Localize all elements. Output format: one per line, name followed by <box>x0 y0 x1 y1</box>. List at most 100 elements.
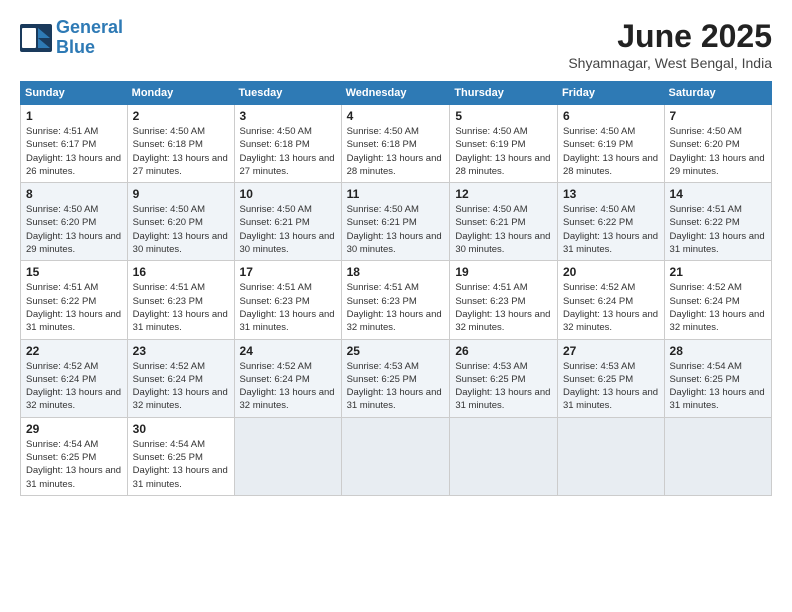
calendar-cell: 16 Sunrise: 4:51 AM Sunset: 6:23 PM Dayl… <box>127 261 234 339</box>
day-number: 13 <box>563 187 659 201</box>
day-info: Sunrise: 4:51 AM Sunset: 6:23 PM Dayligh… <box>455 281 552 334</box>
calendar-cell: 19 Sunrise: 4:51 AM Sunset: 6:23 PM Dayl… <box>450 261 558 339</box>
calendar-cell: 4 Sunrise: 4:50 AM Sunset: 6:18 PM Dayli… <box>341 105 450 183</box>
day-info: Sunrise: 4:51 AM Sunset: 6:22 PM Dayligh… <box>670 203 766 256</box>
day-number: 28 <box>670 344 766 358</box>
day-info: Sunrise: 4:51 AM Sunset: 6:23 PM Dayligh… <box>133 281 229 334</box>
weekday-header-row: Sunday Monday Tuesday Wednesday Thursday… <box>21 82 772 105</box>
day-info: Sunrise: 4:50 AM Sunset: 6:18 PM Dayligh… <box>133 125 229 178</box>
day-info: Sunrise: 4:50 AM Sunset: 6:19 PM Dayligh… <box>563 125 659 178</box>
title-block: June 2025 Shyamnagar, West Bengal, India <box>568 18 772 71</box>
day-info: Sunrise: 4:50 AM Sunset: 6:21 PM Dayligh… <box>240 203 336 256</box>
header: General Blue June 2025 Shyamnagar, West … <box>20 18 772 71</box>
day-info: Sunrise: 4:52 AM Sunset: 6:24 PM Dayligh… <box>240 360 336 413</box>
day-info: Sunrise: 4:50 AM Sunset: 6:20 PM Dayligh… <box>26 203 122 256</box>
calendar-cell <box>341 417 450 495</box>
day-number: 12 <box>455 187 552 201</box>
calendar-cell: 18 Sunrise: 4:51 AM Sunset: 6:23 PM Dayl… <box>341 261 450 339</box>
logo: General Blue <box>20 18 123 58</box>
day-number: 26 <box>455 344 552 358</box>
calendar-cell: 20 Sunrise: 4:52 AM Sunset: 6:24 PM Dayl… <box>557 261 664 339</box>
day-info: Sunrise: 4:52 AM Sunset: 6:24 PM Dayligh… <box>133 360 229 413</box>
day-info: Sunrise: 4:51 AM Sunset: 6:23 PM Dayligh… <box>240 281 336 334</box>
calendar-cell: 30 Sunrise: 4:54 AM Sunset: 6:25 PM Dayl… <box>127 417 234 495</box>
calendar-cell: 28 Sunrise: 4:54 AM Sunset: 6:25 PM Dayl… <box>664 339 771 417</box>
calendar-cell: 13 Sunrise: 4:50 AM Sunset: 6:22 PM Dayl… <box>557 183 664 261</box>
location: Shyamnagar, West Bengal, India <box>568 55 772 71</box>
day-info: Sunrise: 4:50 AM Sunset: 6:19 PM Dayligh… <box>455 125 552 178</box>
month-title: June 2025 <box>568 18 772 55</box>
day-number: 6 <box>563 109 659 123</box>
calendar-cell <box>450 417 558 495</box>
day-number: 22 <box>26 344 122 358</box>
header-monday: Monday <box>127 82 234 105</box>
day-number: 10 <box>240 187 336 201</box>
day-info: Sunrise: 4:53 AM Sunset: 6:25 PM Dayligh… <box>347 360 445 413</box>
calendar-cell: 24 Sunrise: 4:52 AM Sunset: 6:24 PM Dayl… <box>234 339 341 417</box>
day-info: Sunrise: 4:50 AM Sunset: 6:22 PM Dayligh… <box>563 203 659 256</box>
header-friday: Friday <box>557 82 664 105</box>
calendar-cell: 6 Sunrise: 4:50 AM Sunset: 6:19 PM Dayli… <box>557 105 664 183</box>
day-number: 16 <box>133 265 229 279</box>
calendar-cell: 29 Sunrise: 4:54 AM Sunset: 6:25 PM Dayl… <box>21 417 128 495</box>
calendar-cell <box>234 417 341 495</box>
day-number: 3 <box>240 109 336 123</box>
calendar-cell: 26 Sunrise: 4:53 AM Sunset: 6:25 PM Dayl… <box>450 339 558 417</box>
day-info: Sunrise: 4:50 AM Sunset: 6:21 PM Dayligh… <box>347 203 445 256</box>
calendar-cell: 1 Sunrise: 4:51 AM Sunset: 6:17 PM Dayli… <box>21 105 128 183</box>
day-number: 1 <box>26 109 122 123</box>
day-number: 4 <box>347 109 445 123</box>
logo-blue: Blue <box>56 37 95 57</box>
logo-text: General Blue <box>56 18 123 58</box>
day-info: Sunrise: 4:50 AM Sunset: 6:18 PM Dayligh… <box>347 125 445 178</box>
day-info: Sunrise: 4:54 AM Sunset: 6:25 PM Dayligh… <box>133 438 229 491</box>
day-number: 15 <box>26 265 122 279</box>
day-info: Sunrise: 4:50 AM Sunset: 6:21 PM Dayligh… <box>455 203 552 256</box>
day-number: 19 <box>455 265 552 279</box>
day-number: 29 <box>26 422 122 436</box>
day-number: 14 <box>670 187 766 201</box>
calendar-cell: 7 Sunrise: 4:50 AM Sunset: 6:20 PM Dayli… <box>664 105 771 183</box>
calendar-cell: 2 Sunrise: 4:50 AM Sunset: 6:18 PM Dayli… <box>127 105 234 183</box>
day-info: Sunrise: 4:53 AM Sunset: 6:25 PM Dayligh… <box>455 360 552 413</box>
calendar-cell: 12 Sunrise: 4:50 AM Sunset: 6:21 PM Dayl… <box>450 183 558 261</box>
header-thursday: Thursday <box>450 82 558 105</box>
calendar-cell: 5 Sunrise: 4:50 AM Sunset: 6:19 PM Dayli… <box>450 105 558 183</box>
day-info: Sunrise: 4:52 AM Sunset: 6:24 PM Dayligh… <box>26 360 122 413</box>
day-info: Sunrise: 4:54 AM Sunset: 6:25 PM Dayligh… <box>26 438 122 491</box>
day-number: 11 <box>347 187 445 201</box>
day-number: 17 <box>240 265 336 279</box>
day-info: Sunrise: 4:51 AM Sunset: 6:22 PM Dayligh… <box>26 281 122 334</box>
calendar-cell <box>664 417 771 495</box>
day-info: Sunrise: 4:52 AM Sunset: 6:24 PM Dayligh… <box>563 281 659 334</box>
day-number: 8 <box>26 187 122 201</box>
day-number: 25 <box>347 344 445 358</box>
day-info: Sunrise: 4:50 AM Sunset: 6:20 PM Dayligh… <box>133 203 229 256</box>
calendar-cell: 14 Sunrise: 4:51 AM Sunset: 6:22 PM Dayl… <box>664 183 771 261</box>
day-number: 23 <box>133 344 229 358</box>
calendar-cell: 11 Sunrise: 4:50 AM Sunset: 6:21 PM Dayl… <box>341 183 450 261</box>
calendar-table: Sunday Monday Tuesday Wednesday Thursday… <box>20 81 772 496</box>
day-info: Sunrise: 4:54 AM Sunset: 6:25 PM Dayligh… <box>670 360 766 413</box>
calendar-cell: 23 Sunrise: 4:52 AM Sunset: 6:24 PM Dayl… <box>127 339 234 417</box>
day-number: 27 <box>563 344 659 358</box>
header-sunday: Sunday <box>21 82 128 105</box>
day-info: Sunrise: 4:52 AM Sunset: 6:24 PM Dayligh… <box>670 281 766 334</box>
calendar-cell: 25 Sunrise: 4:53 AM Sunset: 6:25 PM Dayl… <box>341 339 450 417</box>
day-number: 30 <box>133 422 229 436</box>
calendar-cell: 3 Sunrise: 4:50 AM Sunset: 6:18 PM Dayli… <box>234 105 341 183</box>
day-info: Sunrise: 4:50 AM Sunset: 6:18 PM Dayligh… <box>240 125 336 178</box>
day-number: 21 <box>670 265 766 279</box>
calendar-cell: 22 Sunrise: 4:52 AM Sunset: 6:24 PM Dayl… <box>21 339 128 417</box>
calendar-cell <box>557 417 664 495</box>
calendar-cell: 15 Sunrise: 4:51 AM Sunset: 6:22 PM Dayl… <box>21 261 128 339</box>
calendar-cell: 10 Sunrise: 4:50 AM Sunset: 6:21 PM Dayl… <box>234 183 341 261</box>
day-number: 9 <box>133 187 229 201</box>
calendar-cell: 17 Sunrise: 4:51 AM Sunset: 6:23 PM Dayl… <box>234 261 341 339</box>
calendar-cell: 27 Sunrise: 4:53 AM Sunset: 6:25 PM Dayl… <box>557 339 664 417</box>
day-number: 5 <box>455 109 552 123</box>
header-wednesday: Wednesday <box>341 82 450 105</box>
header-tuesday: Tuesday <box>234 82 341 105</box>
day-number: 2 <box>133 109 229 123</box>
calendar-cell: 9 Sunrise: 4:50 AM Sunset: 6:20 PM Dayli… <box>127 183 234 261</box>
